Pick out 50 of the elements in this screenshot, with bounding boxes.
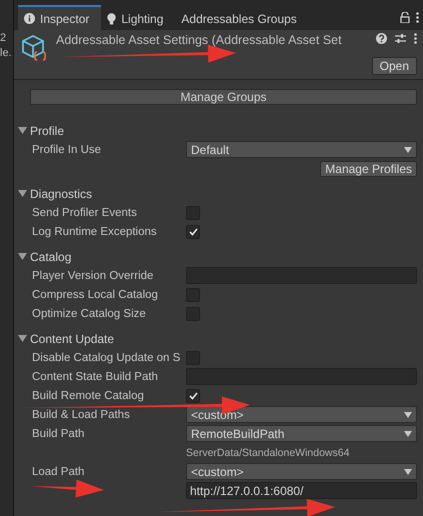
field-label: Send Profiler Events <box>32 206 138 218</box>
more-icon[interactable] <box>416 12 419 23</box>
lightbulb-icon <box>107 12 116 24</box>
caret-icon <box>404 430 412 436</box>
section-title: Diagnostics <box>30 186 92 200</box>
dropdown[interactable]: <custom> <box>186 463 417 480</box>
field-label: Compress Local Catalog <box>32 288 159 300</box>
caret-icon <box>404 146 412 152</box>
manage-profiles-button[interactable]: Manage Profiles <box>320 160 417 176</box>
section-title: Content Update <box>30 332 114 346</box>
panel-text: 2 <box>0 32 8 44</box>
manage-groups-button[interactable]: Manage Groups <box>30 89 417 105</box>
checkbox[interactable] <box>186 388 200 402</box>
field-label: Player Version Override <box>32 270 154 282</box>
check-icon <box>188 228 198 236</box>
field-label: Profile In Use <box>32 144 102 156</box>
tab[interactable]: Lighting <box>101 5 176 30</box>
foldout-icon[interactable] <box>18 334 27 343</box>
caret-icon <box>404 412 412 418</box>
caret-icon <box>404 468 412 474</box>
panel-text: le. <box>0 47 13 59</box>
field-label: Content State Build Path <box>32 370 159 382</box>
text-field[interactable]: http://127.0.0.1:6080/ <box>186 482 417 499</box>
field-label: Build Remote Catalog <box>32 390 145 402</box>
check-icon <box>188 392 198 400</box>
path-preview-text: ServerData/StandaloneWindows64 <box>186 446 350 458</box>
field-label: Log Runtime Exceptions <box>32 226 158 238</box>
dropdown[interactable]: Default <box>186 141 417 158</box>
dropdown[interactable]: <custom> <box>186 406 417 423</box>
tab[interactable]: Addressables Groups <box>175 5 309 30</box>
field-label: Disable Catalog Update on S <box>32 352 182 364</box>
section-title: Catalog <box>30 250 72 264</box>
info-icon <box>24 13 35 24</box>
field-label: Load Path <box>32 466 86 478</box>
section-title: Profile <box>30 124 64 138</box>
field-label: Build & Load Paths <box>32 408 131 420</box>
checkbox[interactable] <box>186 224 200 238</box>
sliders-icon[interactable] <box>395 33 406 44</box>
field-label: Build Path <box>32 428 86 440</box>
more-icon[interactable] <box>414 33 417 44</box>
tab[interactable]: Inspector <box>18 5 102 30</box>
open-button[interactable]: Open <box>372 57 417 75</box>
dropdown[interactable]: RemoteBuildPath <box>186 425 417 442</box>
lock-icon[interactable] <box>400 12 410 23</box>
foldout-icon[interactable] <box>18 189 27 198</box>
field-label: Optimize Catalog Size <box>32 308 147 320</box>
help-icon[interactable] <box>376 33 387 44</box>
foldout-icon[interactable] <box>18 126 27 135</box>
inspector-title: Addressable Asset Settings (Addressable Asset Set <box>56 33 343 47</box>
foldout-icon[interactable] <box>18 252 27 261</box>
